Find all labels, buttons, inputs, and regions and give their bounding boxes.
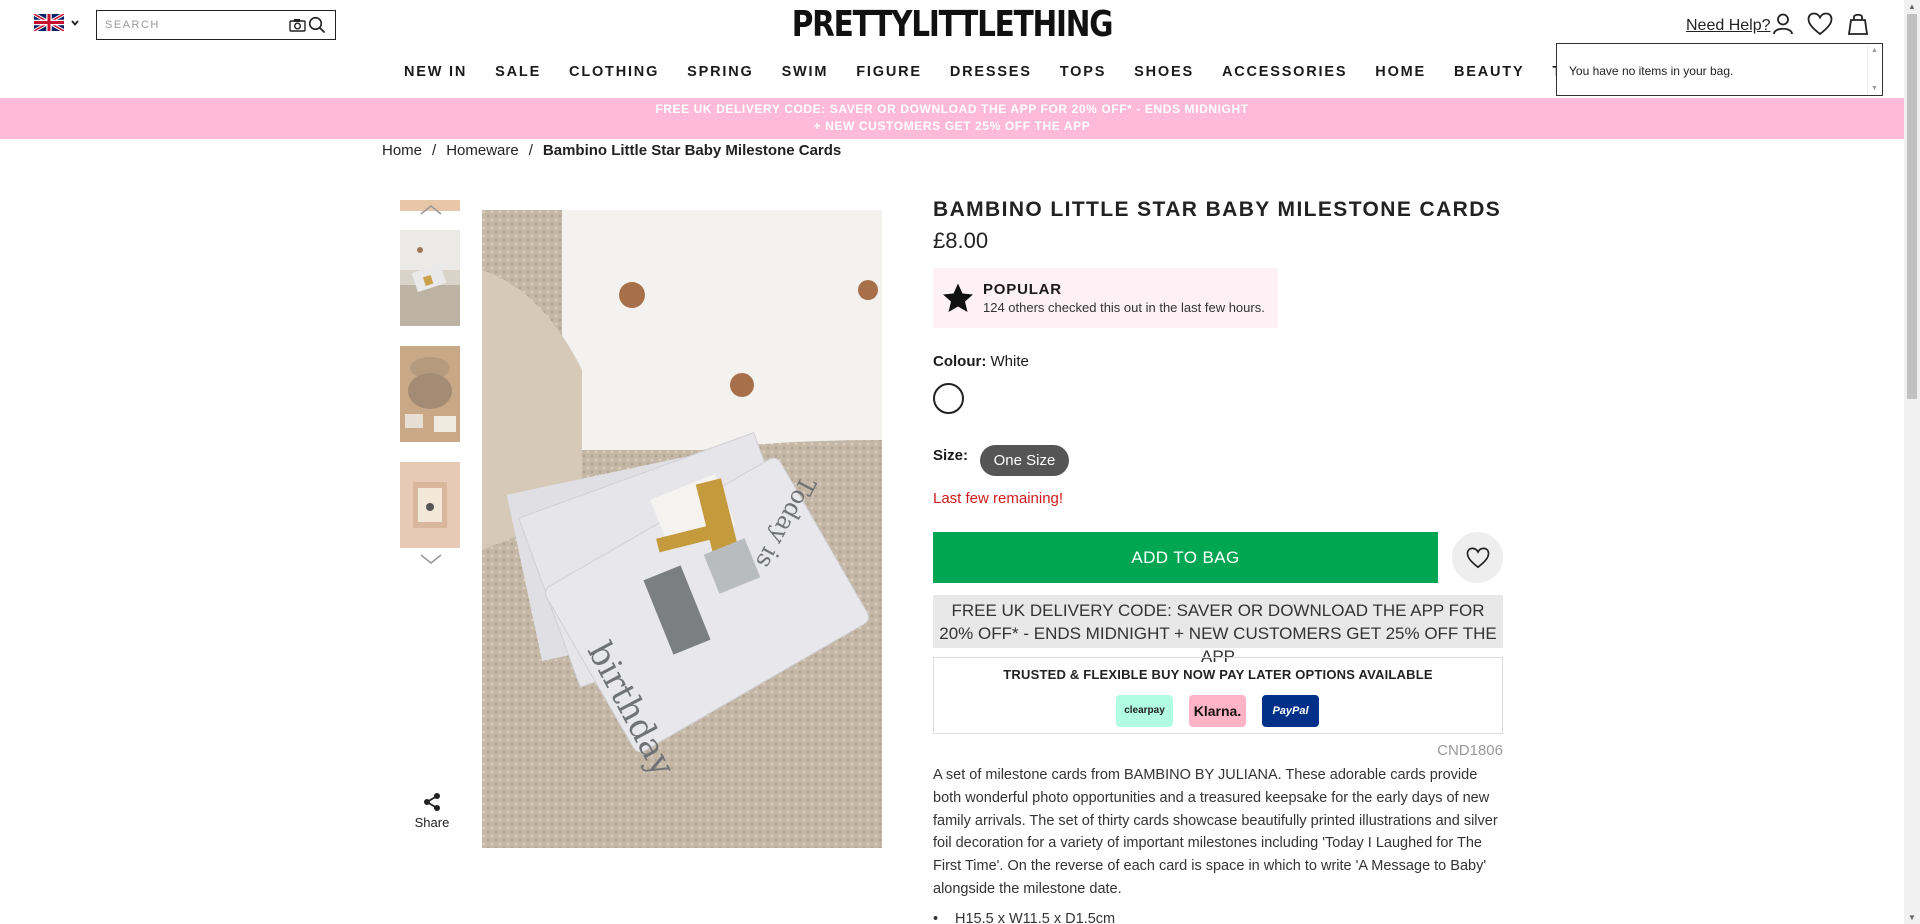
product-dimensions: H15.5 x W11.5 x D1.5cm <box>933 911 1115 924</box>
breadcrumb-home[interactable]: Home <box>382 142 422 159</box>
site-logo[interactable]: PRETTYLITTLETHING <box>792 4 1114 45</box>
site-header: PRETTYLITTLETHING Need Help? NEW IN SALE… <box>0 0 1904 98</box>
popular-badge: POPULAR 124 others checked this out in t… <box>933 268 1278 328</box>
search-icon[interactable] <box>307 15 327 35</box>
promo-line-2: + NEW CUSTOMERS GET 25% OFF THE APP <box>813 119 1091 133</box>
mini-bag-empty-text: You have no items in your bag. <box>1569 64 1734 78</box>
nav-item-new-in[interactable]: NEW IN <box>390 64 481 80</box>
bag-icon[interactable] <box>1846 12 1870 36</box>
bnpl-title: TRUSTED & FLEXIBLE BUY NOW PAY LATER OPT… <box>1003 667 1433 682</box>
main-product-image[interactable]: birthday Today is <box>482 210 882 848</box>
nav-item-sale[interactable]: SALE <box>481 64 555 80</box>
search-box <box>96 10 336 40</box>
nav-item-dresses[interactable]: DRESSES <box>936 64 1046 80</box>
site-logo-wrap: PRETTYLITTLETHING <box>171 4 1732 45</box>
colour-label: Colour: <box>933 353 987 370</box>
nav-item-beauty[interactable]: BEAUTY <box>1440 64 1538 80</box>
add-to-wishlist-button[interactable] <box>1452 532 1503 583</box>
promo-banner[interactable]: FREE UK DELIVERY CODE: SAVER OR DOWNLOAD… <box>0 98 1904 139</box>
scroll-down-arrow-icon[interactable]: ▼ <box>1908 913 1916 922</box>
popular-title: POPULAR <box>983 281 1062 298</box>
nav-item-clothing[interactable]: CLOTHING <box>555 64 673 80</box>
breadcrumb-homeware[interactable]: Homeware <box>446 142 519 159</box>
thumbnail-1[interactable] <box>400 230 460 326</box>
mini-bag-popup: You have no items in your bag. <box>1556 43 1883 96</box>
heart-icon <box>1466 547 1489 568</box>
breadcrumb-separator: / <box>432 142 437 159</box>
nav-item-figure[interactable]: FIGURE <box>842 64 936 80</box>
thumbnail-2[interactable] <box>400 346 460 442</box>
colour-swatch-white[interactable] <box>933 383 964 414</box>
search-input[interactable] <box>105 19 287 31</box>
klarna-logo[interactable]: Klarna. <box>1189 695 1246 727</box>
breadcrumb-current: Bambino Little Star Baby Milestone Cards <box>542 142 842 159</box>
scrollbar-thumb[interactable] <box>1907 14 1917 399</box>
mini-bag-scrollbar[interactable] <box>1867 45 1881 94</box>
thumbnail-down-arrow-icon[interactable] <box>418 552 444 566</box>
size-option-one-size[interactable]: One Size <box>980 445 1069 476</box>
thumbnail-3[interactable] <box>400 462 460 548</box>
star-icon <box>943 283 973 312</box>
bnpl-box: TRUSTED & FLEXIBLE BUY NOW PAY LATER OPT… <box>933 657 1503 734</box>
share-button[interactable]: Share <box>412 792 452 830</box>
chevron-down-icon <box>71 19 79 26</box>
share-label: Share <box>414 815 450 830</box>
nav-item-spring[interactable]: SPRING <box>673 64 767 80</box>
camera-icon[interactable] <box>287 15 307 35</box>
delivery-promo-box: FREE UK DELIVERY CODE: SAVER OR DOWNLOAD… <box>933 595 1503 666</box>
nav-item-accessories[interactable]: ACCESSORIES <box>1208 64 1361 80</box>
nav-item-shoes[interactable]: SHOES <box>1120 64 1208 80</box>
uk-flag-icon <box>34 14 64 31</box>
popular-text: 124 others checked this out in the last … <box>983 300 1265 315</box>
promo-line-1: FREE UK DELIVERY CODE: SAVER OR DOWNLOAD… <box>655 102 1249 116</box>
nav-item-swim[interactable]: SWIM <box>768 64 843 80</box>
colour-value: White <box>990 353 1029 370</box>
thumbnail-up-arrow-icon[interactable] <box>418 203 444 217</box>
colour-row: Colour: White <box>933 353 1029 370</box>
locale-selector[interactable] <box>34 14 80 31</box>
nav-item-tops[interactable]: TOPS <box>1046 64 1120 80</box>
stock-message: Last few remaining! <box>933 490 1064 507</box>
product-price: £8.00 <box>933 228 989 253</box>
add-to-bag-button[interactable]: ADD TO BAG <box>933 532 1438 583</box>
breadcrumb-separator: / <box>528 142 533 159</box>
size-label: Size: <box>933 447 969 464</box>
nav-item-home[interactable]: HOME <box>1361 64 1440 80</box>
product-title: BAMBINO LITTLE STAR BABY MILESTONE CARDS <box>933 198 1502 221</box>
clearpay-logo[interactable]: clearpay <box>1116 695 1173 727</box>
share-icon <box>424 793 440 811</box>
product-description: A set of milestone cards from BAMBINO BY… <box>933 767 1498 897</box>
account-icon[interactable] <box>1771 12 1795 36</box>
page-scrollbar[interactable]: ▲ ▼ <box>1904 0 1920 924</box>
main-nav: NEW IN SALE CLOTHING SPRING SWIM FIGURE … <box>390 64 1647 80</box>
paypal-logo[interactable]: PayPal <box>1262 695 1319 727</box>
product-code: CND1806 <box>1437 742 1503 759</box>
wishlist-heart-icon[interactable] <box>1807 12 1833 36</box>
scroll-up-arrow-icon[interactable]: ▲ <box>1908 2 1916 11</box>
need-help-link[interactable]: Need Help? <box>1686 17 1771 35</box>
breadcrumb: Home / Homeware / Bambino Little Star Ba… <box>382 142 841 159</box>
